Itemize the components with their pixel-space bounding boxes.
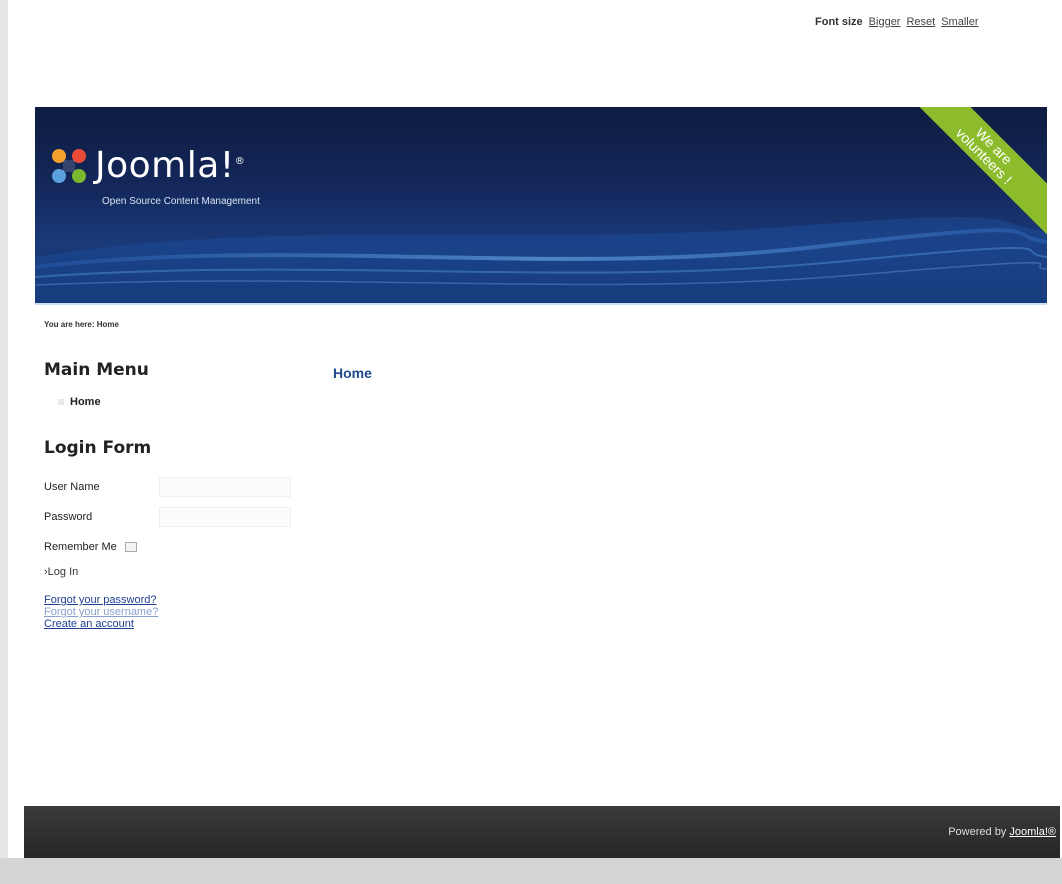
font-size-label: Font size — [815, 16, 863, 28]
forgot-password-link[interactable]: Forgot your password? — [44, 594, 294, 606]
site-header: Joomla!® Open Source Content Management … — [35, 107, 1047, 305]
font-size-controls: Font size Bigger Reset Smaller — [815, 16, 979, 28]
login-form-title: Login Form — [44, 438, 152, 458]
font-bigger-link[interactable]: Bigger — [869, 16, 901, 28]
main-menu-title: Main Menu — [44, 360, 149, 380]
username-input[interactable] — [159, 477, 291, 497]
logo-text: Joomla!® — [95, 145, 246, 186]
logo-tagline: Open Source Content Management — [102, 196, 260, 207]
site-footer: Powered by Joomla!® — [24, 806, 1060, 858]
remember-label: Remember Me — [44, 541, 117, 553]
login-links: Forgot your password? Forgot your userna… — [44, 594, 294, 630]
username-label: User Name — [44, 481, 100, 493]
forgot-username-link[interactable]: Forgot your username? — [44, 606, 294, 618]
remember-row: Remember Me — [44, 532, 294, 562]
page-edge — [0, 0, 8, 884]
font-reset-link[interactable]: Reset — [906, 16, 935, 28]
password-input[interactable] — [159, 507, 291, 527]
username-row: User Name — [44, 472, 294, 502]
joomla-link[interactable]: Joomla!® — [1009, 826, 1056, 838]
left-sidebar: Main Menu Home Login Form User Name Pass… — [44, 360, 294, 630]
password-row: Password — [44, 502, 294, 532]
page-title: Home — [333, 365, 372, 381]
login-button[interactable]: ›Log In — [44, 566, 78, 578]
joomla-logo-icon — [52, 148, 86, 183]
create-account-link[interactable]: Create an account — [44, 618, 294, 630]
font-smaller-link[interactable]: Smaller — [941, 16, 978, 28]
remember-checkbox[interactable] — [124, 542, 137, 552]
breadcrumb: You are here: Home — [44, 320, 119, 329]
bullet-icon — [58, 399, 64, 405]
menu-item-home[interactable]: Home — [58, 396, 294, 408]
powered-by-text: Powered by — [948, 826, 1007, 838]
footer-credit: Powered by Joomla!® — [948, 826, 1056, 838]
logo[interactable]: Joomla!® — [49, 145, 245, 186]
password-label: Password — [44, 511, 93, 523]
page-bottom-edge — [0, 858, 1062, 884]
menu-item-label: Home — [70, 396, 101, 408]
